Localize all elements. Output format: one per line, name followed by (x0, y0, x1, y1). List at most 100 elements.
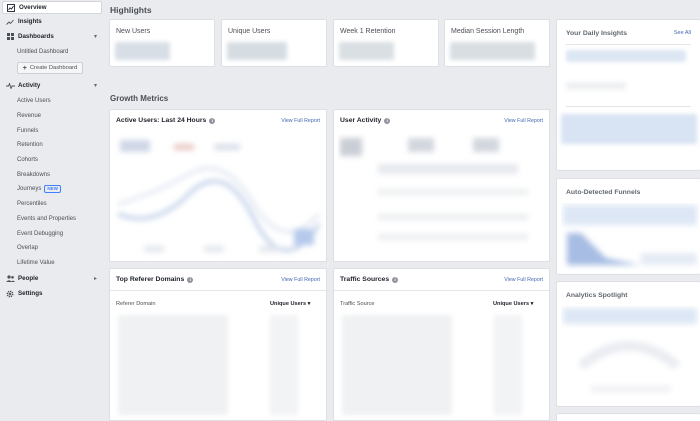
pulse-icon (4, 82, 16, 89)
column-header-referer-domain[interactable]: Referer Domain (116, 301, 155, 307)
chevron-right-icon[interactable]: ▸ (94, 275, 97, 282)
active-users-chart-blurred (117, 140, 321, 253)
highlight-card-week1-retention[interactable]: Week 1 Retention (333, 19, 439, 67)
funnel-chart-blurred (563, 205, 697, 265)
sidebar-item-untitled-dashboard[interactable]: Untitled Dashboard (17, 46, 68, 57)
sidebar-item-label: Journeys (17, 185, 42, 192)
trend-icon (4, 19, 16, 25)
card-title-text: User Activity (340, 117, 382, 124)
top-referer-domains-card: Top Referer Domains i View Full Report R… (109, 268, 327, 421)
auto-funnels-title: Auto-Detected Funnels (566, 189, 641, 196)
blurred-value (450, 42, 535, 60)
spotlight-chart-blurred (563, 308, 697, 392)
highlight-card-median-session[interactable]: Median Session Length (444, 19, 550, 67)
info-icon[interactable]: i (209, 117, 216, 124)
sidebar-item-label: Settings (18, 290, 43, 297)
view-full-report-link[interactable]: View Full Report (281, 118, 320, 124)
user-activity-chart-blurred (340, 138, 528, 240)
sidebar-item-lifetime-value[interactable]: Lifetime Value (17, 257, 55, 268)
highlights-title: Highlights (110, 5, 152, 15)
sidebar-item-breakdowns[interactable]: Breakdowns (17, 169, 50, 180)
blurred-insight (561, 114, 697, 144)
card-title: User Activity i (340, 117, 391, 124)
create-dashboard-label: Create Dashboard (29, 65, 78, 71)
active-users-card: Active Users: Last 24 Hours i View Full … (109, 109, 327, 262)
traffic-sources-card: Traffic Sources i View Full Report Traff… (333, 268, 550, 421)
sidebar-item-label: Dashboards (18, 33, 54, 40)
column-header-unique-users[interactable]: Unique Users ▾ (270, 301, 310, 307)
view-full-report-link[interactable]: View Full Report (504, 277, 543, 283)
sort-down-icon: ▾ (530, 301, 534, 307)
sidebar-item-label: Activity (18, 82, 41, 89)
card-title-text: Traffic Sources (340, 276, 390, 283)
sidebar-item-revenue[interactable]: Revenue (17, 110, 41, 121)
info-icon[interactable]: i (187, 276, 194, 283)
sidebar-item-percentiles[interactable]: Percentiles (17, 198, 47, 209)
card-header: Traffic Sources i View Full Report (334, 269, 549, 291)
analytics-spotlight-card: Analytics Spotlight (556, 281, 700, 407)
daily-insights-card: Your Daily Insights See All (556, 19, 700, 171)
see-all-link[interactable]: See All (674, 30, 691, 36)
view-full-report-link[interactable]: View Full Report (281, 277, 320, 283)
highlight-label: New Users (116, 28, 151, 35)
card-title: Traffic Sources i (340, 276, 399, 283)
sidebar-item-event-debugging[interactable]: Event Debugging (17, 228, 63, 239)
sidebar-item-events-and-properties[interactable]: Events and Properties (17, 213, 76, 224)
sidebar-item-overview[interactable]: Overview (2, 1, 102, 14)
column-header-label: Unique Users (270, 301, 307, 307)
card-header: User Activity i View Full Report (334, 110, 549, 132)
card-header: Top Referer Domains i View Full Report (110, 269, 326, 291)
daily-insights-title: Your Daily Insights (566, 30, 628, 37)
auto-detected-funnels-card: Auto-Detected Funnels (556, 178, 700, 275)
people-icon (4, 275, 16, 282)
divider (566, 106, 691, 107)
blurred-insight (566, 50, 686, 62)
sidebar-item-label: People (18, 275, 39, 282)
sidebar-item-label: Insights (18, 18, 42, 25)
blurred-value (115, 42, 170, 60)
plus-icon: + (22, 64, 27, 72)
gear-icon (4, 290, 16, 298)
blurred-table-rows (118, 315, 228, 415)
sidebar-item-funnels[interactable]: Funnels (17, 125, 38, 136)
growth-metrics-title: Growth Metrics (110, 94, 169, 103)
blurred-value (227, 42, 287, 60)
spotlight-title: Analytics Spotlight (566, 292, 628, 299)
card-header: Active Users: Last 24 Hours i View Full … (110, 110, 326, 132)
sidebar-item-overlap[interactable]: Overlap (17, 242, 38, 253)
create-dashboard-button[interactable]: + Create Dashboard (17, 62, 83, 74)
view-full-report-link[interactable]: View Full Report (504, 118, 543, 124)
highlight-card-new-users[interactable]: New Users (109, 19, 215, 67)
sidebar-item-retention[interactable]: Retention (17, 139, 43, 150)
sidebar-item-journeys[interactable]: Journeys NEW (17, 183, 61, 194)
card-title: Active Users: Last 24 Hours i (116, 117, 216, 124)
sort-down-icon: ▾ (307, 301, 311, 307)
column-header-unique-users[interactable]: Unique Users ▾ (493, 301, 533, 307)
info-icon[interactable]: i (384, 117, 391, 124)
blurred-table-values (494, 315, 522, 415)
card-title-text: Active Users: Last 24 Hours (116, 117, 207, 124)
sidebar-item-active-users[interactable]: Active Users (17, 95, 51, 106)
blurred-table-rows (342, 315, 452, 415)
sidebar-item-activity[interactable]: Activity ▾ (2, 79, 102, 92)
card-title: Top Referer Domains i (116, 276, 194, 283)
blurred-insight (566, 82, 626, 90)
column-header-traffic-source[interactable]: Traffic Source (340, 301, 375, 307)
new-badge: NEW (44, 184, 61, 193)
overview-icon (5, 3, 17, 12)
user-activity-card: User Activity i View Full Report (333, 109, 550, 262)
sidebar-item-cohorts[interactable]: Cohorts (17, 154, 38, 165)
sidebar-item-dashboards[interactable]: Dashboards ▾ (2, 30, 102, 43)
right-panel-card-partial (556, 413, 700, 421)
chevron-down-icon[interactable]: ▾ (94, 82, 97, 89)
highlight-label: Unique Users (228, 28, 271, 35)
chevron-down-icon[interactable]: ▾ (94, 33, 97, 40)
sidebar-item-insights[interactable]: Insights (2, 15, 102, 28)
sidebar-item-people[interactable]: People ▸ (2, 272, 102, 285)
info-icon[interactable]: i (392, 276, 399, 283)
blurred-table-values (270, 315, 298, 415)
sidebar: Overview Insights Dashboards ▾ Untitled … (0, 0, 104, 421)
highlight-card-unique-users[interactable]: Unique Users (221, 19, 327, 67)
sidebar-item-settings[interactable]: Settings (2, 287, 102, 300)
blurred-value (339, 42, 394, 60)
